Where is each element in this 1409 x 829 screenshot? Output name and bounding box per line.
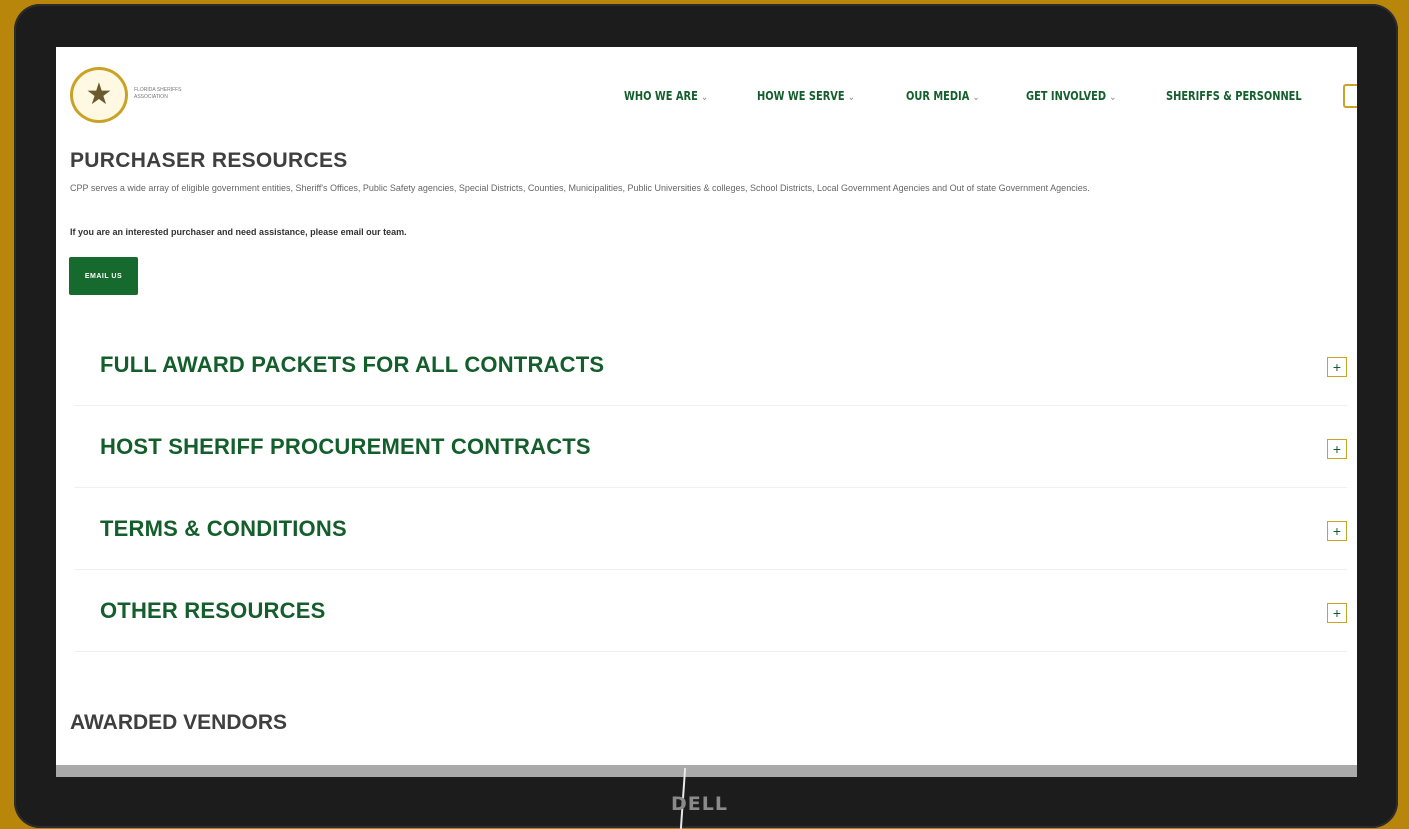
plus-icon[interactable]: + [1327,357,1347,377]
resources-accordion: FULL AWARD PACKETS FOR ALL CONTRACTS + H… [74,324,1347,652]
accordion-item-other-resources[interactable]: OTHER RESOURCES + [74,570,1347,652]
awarded-vendors-title: AWARDED VENDORS [70,711,288,734]
nav-item-how-we-serve[interactable]: HOW WE SERVE ⌄ [757,89,855,103]
plus-icon[interactable]: + [1327,439,1347,459]
logo-text: FLORIDA SHERIFFS ASSOCIATION [134,87,182,100]
intro-text: CPP serves a wide array of eligible gove… [70,183,1090,193]
nav-label: HOW WE SERVE [756,89,845,103]
accordion-title: TERMS & CONDITIONS [100,515,347,541]
nav-item-get-involved[interactable]: GET INVOLVED ⌄ [1026,89,1116,103]
accordion-item-terms[interactable]: TERMS & CONDITIONS + [74,488,1347,570]
chevron-down-icon: ⌄ [972,92,980,103]
accordion-title: FULL AWARD PACKETS FOR ALL CONTRACTS [100,351,605,377]
nav-label: OUR MEDIA [905,89,970,103]
site-logo[interactable]: ★ [70,67,128,123]
nav-overflow-button[interactable] [1343,84,1357,108]
email-us-button[interactable]: EMAIL US [69,257,138,295]
nav-label: GET INVOLVED [1025,89,1106,103]
sheriff-star-icon: ★ [85,78,113,111]
monitor-brand-logo: DELL [671,793,728,815]
nav-item-who-we-are[interactable]: WHO WE ARE ⌄ [624,89,708,103]
site-header: ★ FLORIDA SHERIFFS ASSOCIATION WHO WE AR… [56,47,1357,142]
accordion-title: HOST SHERIFF PROCUREMENT CONTRACTS [100,433,591,459]
plus-icon[interactable]: + [1327,521,1347,541]
assistance-text: If you are an interested purchaser and n… [70,227,407,237]
browser-viewport: ★ FLORIDA SHERIFFS ASSOCIATION WHO WE AR… [56,47,1357,777]
screen-bottom-bar [56,765,1357,777]
main-nav: WHO WE ARE ⌄ HOW WE SERVE ⌄ OUR MEDIA ⌄ GET… [594,84,1357,108]
chevron-down-icon: ⌄ [847,92,855,103]
nav-label: WHO WE ARE [624,89,699,103]
plus-icon[interactable]: + [1327,603,1347,623]
accordion-item-award-packets[interactable]: FULL AWARD PACKETS FOR ALL CONTRACTS + [74,324,1347,406]
nav-label: SHERIFFS & PERSONNEL [1165,89,1302,103]
nav-item-our-media[interactable]: OUR MEDIA ⌄ [906,89,979,103]
page-title: PURCHASER RESOURCES [70,149,348,172]
nav-item-sheriffs-personnel[interactable]: SHERIFFS & PERSONNEL [1166,89,1302,103]
chevron-down-icon: ⌄ [701,92,709,103]
accordion-item-host-sheriff[interactable]: HOST SHERIFF PROCUREMENT CONTRACTS + [74,406,1347,488]
accordion-title: OTHER RESOURCES [100,597,326,623]
chevron-down-icon: ⌄ [1108,92,1116,103]
